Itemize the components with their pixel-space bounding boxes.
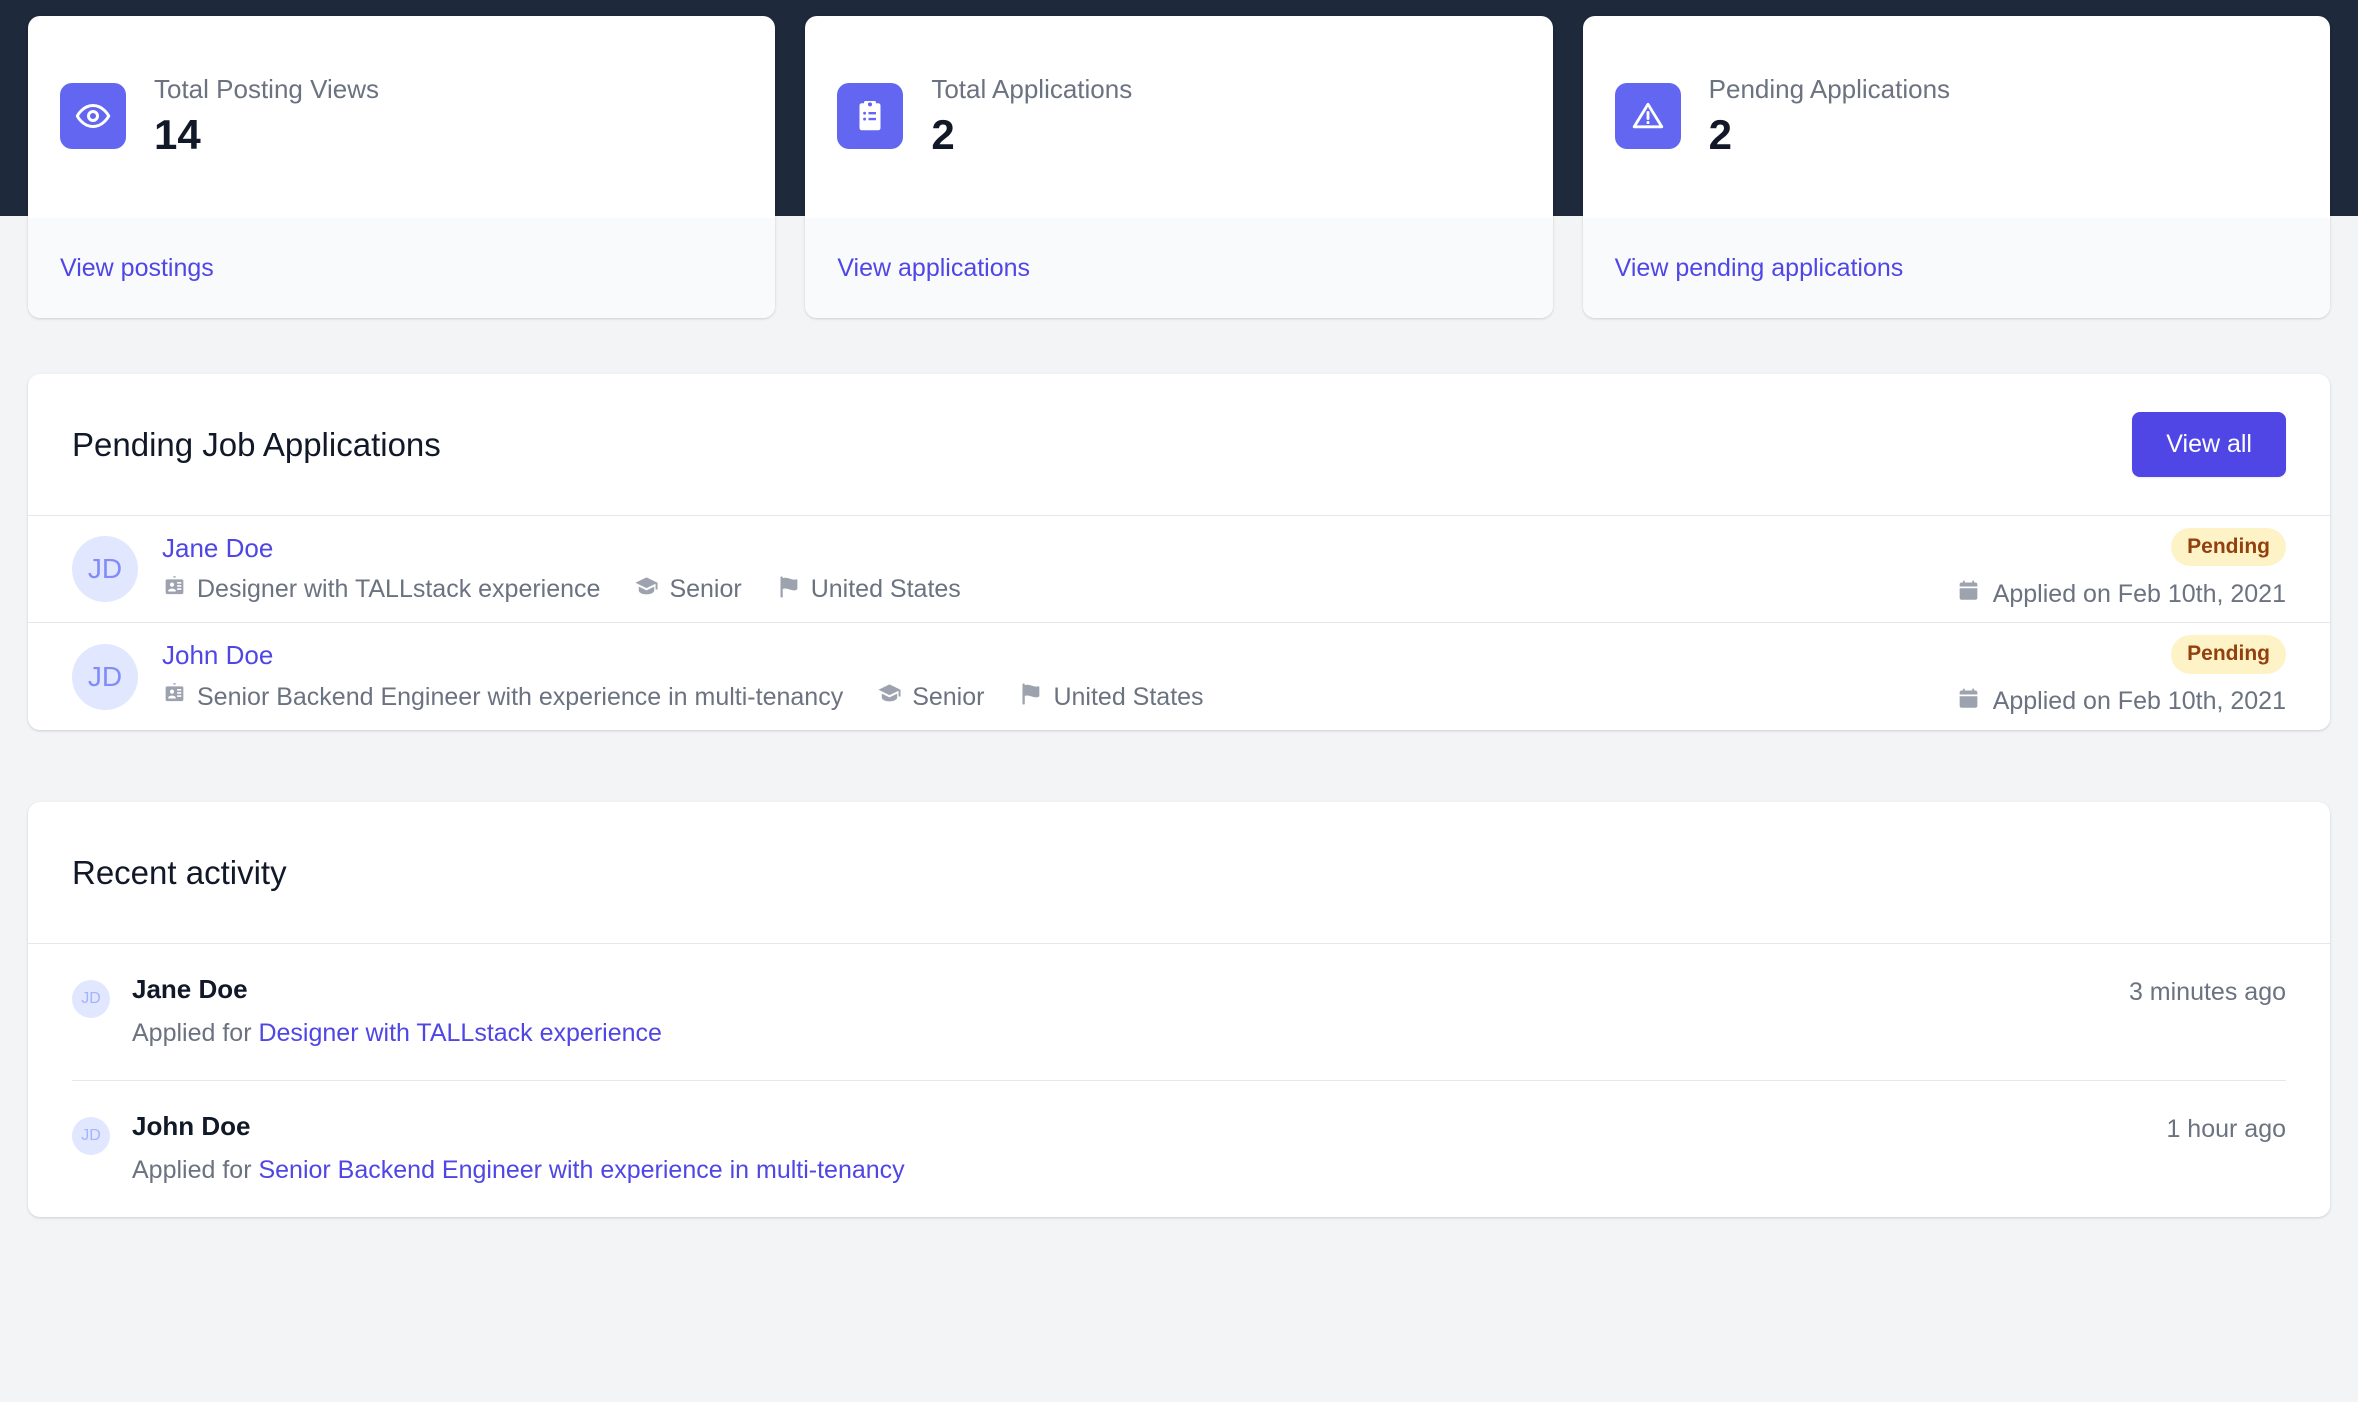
activity-content: Jane Doe Applied for Designer with TALLs… bbox=[132, 974, 2099, 1048]
meta-location-label: United States bbox=[1053, 682, 1204, 711]
applicant-name-link[interactable]: Jane Doe bbox=[162, 533, 1926, 564]
stat-value: 2 bbox=[931, 111, 955, 159]
meta-position-label: Senior Backend Engineer with experience … bbox=[197, 682, 844, 711]
activity-job-link[interactable]: Senior Backend Engineer with experience … bbox=[258, 1156, 904, 1184]
stat-label: Pending Applications bbox=[1708, 73, 1951, 104]
meta-location: United States bbox=[1018, 681, 1204, 713]
status-badge: Pending bbox=[2171, 635, 2286, 674]
activity-user-name: Jane Doe bbox=[132, 974, 248, 1004]
activity-prefix: Applied for bbox=[132, 1156, 259, 1184]
view-pending-applications-link[interactable]: View pending applications bbox=[1615, 254, 1904, 283]
meta-level: Senior bbox=[634, 574, 742, 606]
meta-location-label: United States bbox=[810, 575, 961, 603]
applied-date-label: Applied on Feb 10th, 2021 bbox=[1992, 579, 2286, 608]
application-details: Jane Doe Designer with TALLstack experie… bbox=[162, 533, 1926, 606]
applied-date-label: Applied on Feb 10th, 2021 bbox=[1992, 687, 2286, 716]
applied-date: Applied on Feb 10th, 2021 bbox=[1956, 686, 2286, 718]
id-badge-icon bbox=[162, 681, 187, 713]
stat-value: 14 bbox=[154, 111, 201, 159]
stat-card-body: Pending Applications 2 bbox=[1583, 16, 2330, 218]
stats-row: Total Posting Views 14 View postings Tot… bbox=[28, 0, 2330, 318]
meta-level-label: Senior bbox=[669, 575, 742, 603]
applied-date: Applied on Feb 10th, 2021 bbox=[1956, 578, 2286, 610]
stat-card-total-posting-views: Total Posting Views 14 View postings bbox=[28, 16, 776, 318]
application-meta: Designer with TALLstack experience Senio… bbox=[162, 574, 1926, 606]
graduation-cap-icon bbox=[877, 681, 902, 713]
pending-panel-header: Pending Job Applications View all bbox=[28, 374, 2330, 516]
stat-card-total-applications: Total Applications 2 View applications bbox=[805, 16, 1553, 318]
view-applications-link[interactable]: View applications bbox=[837, 254, 1030, 283]
application-details: John Doe Senior Backend Engineer with ex… bbox=[162, 640, 1926, 713]
list-item: JD John Doe Applied for Senior Backend E… bbox=[72, 1081, 2286, 1217]
activity-timestamp: 1 hour ago bbox=[2166, 1115, 2286, 1143]
pending-applications-panel: Pending Job Applications View all JD Jan… bbox=[28, 374, 2330, 730]
activity-content: John Doe Applied for Senior Backend Engi… bbox=[132, 1111, 2136, 1185]
stat-card-body: Total Posting Views 14 bbox=[28, 16, 775, 218]
eye-icon bbox=[60, 83, 126, 149]
view-postings-link[interactable]: View postings bbox=[60, 254, 214, 283]
activity-description: Applied for Designer with TALLstack expe… bbox=[132, 1019, 2099, 1048]
stat-card-footer: View postings bbox=[28, 218, 776, 318]
page-content: Total Posting Views 14 View postings Tot… bbox=[0, 0, 2358, 1217]
stat-label: Total Posting Views bbox=[154, 73, 379, 104]
flag-icon bbox=[776, 574, 801, 606]
meta-position: Designer with TALLstack experience bbox=[162, 574, 600, 606]
meta-level: Senior bbox=[877, 681, 984, 713]
avatar: JD bbox=[72, 980, 110, 1018]
list-item: JD Jane Doe Applied for Designer with TA… bbox=[72, 944, 2286, 1081]
stat-label: Total Applications bbox=[931, 73, 1133, 104]
flag-icon bbox=[1018, 681, 1043, 713]
graduation-cap-icon bbox=[634, 574, 659, 606]
stat-card-pending-applications: Pending Applications 2 View pending appl… bbox=[1582, 16, 2330, 318]
table-row[interactable]: JD John Doe Senior Backend Engineer with… bbox=[28, 623, 2330, 730]
stat-card-text: Total Posting Views 14 bbox=[154, 73, 379, 160]
stat-card-text: Total Applications 2 bbox=[931, 73, 1132, 160]
stat-card-body: Total Applications 2 bbox=[805, 16, 1552, 218]
applicant-name-link[interactable]: John Doe bbox=[162, 640, 1926, 671]
meta-level-label: Senior bbox=[912, 682, 985, 711]
activity-timestamp: 3 minutes ago bbox=[2128, 978, 2286, 1006]
application-status-block: Pending Applied on Feb 10th, 2021 bbox=[1956, 635, 2286, 717]
activity-user-name: John Doe bbox=[132, 1111, 251, 1141]
status-badge: Pending bbox=[2171, 527, 2286, 567]
application-status-block: Pending Applied on Feb 10th, 2021 bbox=[1956, 527, 2286, 610]
dashboard-page: Total Posting Views 14 View postings Tot… bbox=[0, 0, 2358, 1402]
avatar: JD bbox=[72, 1117, 110, 1155]
recent-activity-panel: Recent activity JD Jane Doe Applied for … bbox=[28, 802, 2330, 1217]
meta-position: Senior Backend Engineer with experience … bbox=[162, 681, 843, 713]
page-title: Pending Job Applications bbox=[72, 425, 441, 463]
stat-card-text: Pending Applications 2 bbox=[1709, 73, 1950, 160]
id-badge-icon bbox=[162, 574, 187, 606]
meta-position-label: Designer with TALLstack experience bbox=[197, 575, 601, 603]
application-meta: Senior Backend Engineer with experience … bbox=[162, 681, 1926, 713]
calendar-icon bbox=[1956, 686, 1981, 718]
avatar: JD bbox=[72, 536, 138, 602]
exclamation-triangle-icon bbox=[1614, 83, 1681, 149]
stat-card-footer: View pending applications bbox=[1582, 218, 2330, 318]
avatar: JD bbox=[72, 643, 138, 710]
clipboard-list-icon bbox=[837, 83, 904, 149]
activity-description: Applied for Senior Backend Engineer with… bbox=[132, 1156, 2136, 1185]
stat-card-footer: View applications bbox=[805, 218, 1553, 318]
calendar-icon bbox=[1956, 578, 1981, 610]
meta-location: United States bbox=[776, 574, 961, 606]
view-all-button[interactable]: View all bbox=[2132, 412, 2286, 477]
table-row[interactable]: JD Jane Doe Designer with TALLstack expe… bbox=[28, 516, 2330, 623]
activity-prefix: Applied for bbox=[132, 1019, 259, 1047]
activity-list: JD Jane Doe Applied for Designer with TA… bbox=[28, 944, 2330, 1217]
activity-job-link[interactable]: Designer with TALLstack experience bbox=[258, 1019, 661, 1047]
recent-activity-header: Recent activity bbox=[28, 802, 2330, 944]
stat-value: 2 bbox=[1708, 111, 1733, 159]
recent-activity-title: Recent activity bbox=[72, 853, 287, 891]
